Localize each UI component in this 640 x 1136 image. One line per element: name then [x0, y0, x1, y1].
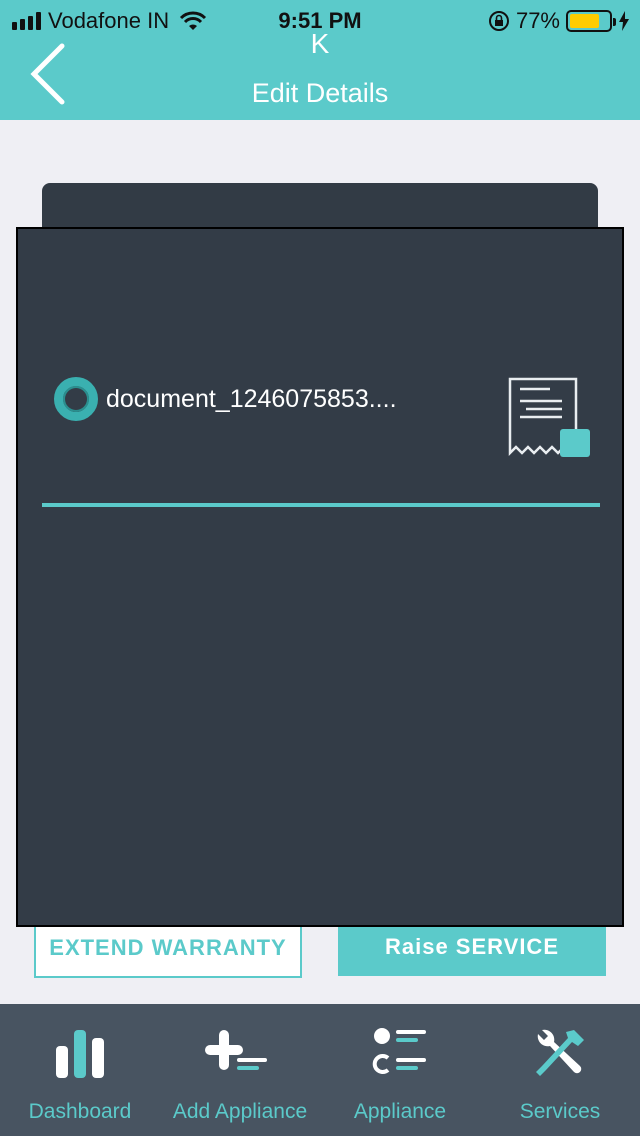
receipt-icon[interactable]: [504, 375, 594, 475]
tab-label: Services: [519, 1100, 601, 1123]
loading-spinner-icon: [54, 377, 98, 421]
header-initial: K: [310, 28, 330, 59]
tab-appliance[interactable]: Appliance: [320, 1004, 480, 1136]
tools-icon: [536, 1029, 584, 1076]
page-title: Edit Details: [251, 78, 389, 108]
list-icon: [372, 1028, 426, 1074]
add-list-icon: [205, 1030, 267, 1070]
tab-label: Dashboard: [28, 1100, 132, 1123]
tab-label: Add Appliance: [172, 1100, 308, 1123]
tab-services[interactable]: Services: [480, 1004, 640, 1136]
extend-warranty-button[interactable]: EXTEND WARRANTY: [34, 918, 302, 978]
tab-label: Appliance: [353, 1100, 447, 1123]
document-name: document_1246075853....: [106, 385, 397, 413]
tab-add-appliance[interactable]: Add Appliance: [160, 1004, 320, 1136]
app-header: Vodafone IN 9:51 PM 77% K Edit Details: [0, 0, 640, 120]
document-modal: document_1246075853....: [16, 227, 624, 927]
tab-dashboard[interactable]: Dashboard: [0, 1004, 160, 1136]
bottom-tab-bar: Dashboard Add Appliance Appliance Servic…: [0, 1004, 640, 1136]
document-row[interactable]: document_1246075853....: [52, 377, 592, 477]
bar-chart-icon: [56, 1030, 104, 1078]
divider: [42, 503, 600, 507]
